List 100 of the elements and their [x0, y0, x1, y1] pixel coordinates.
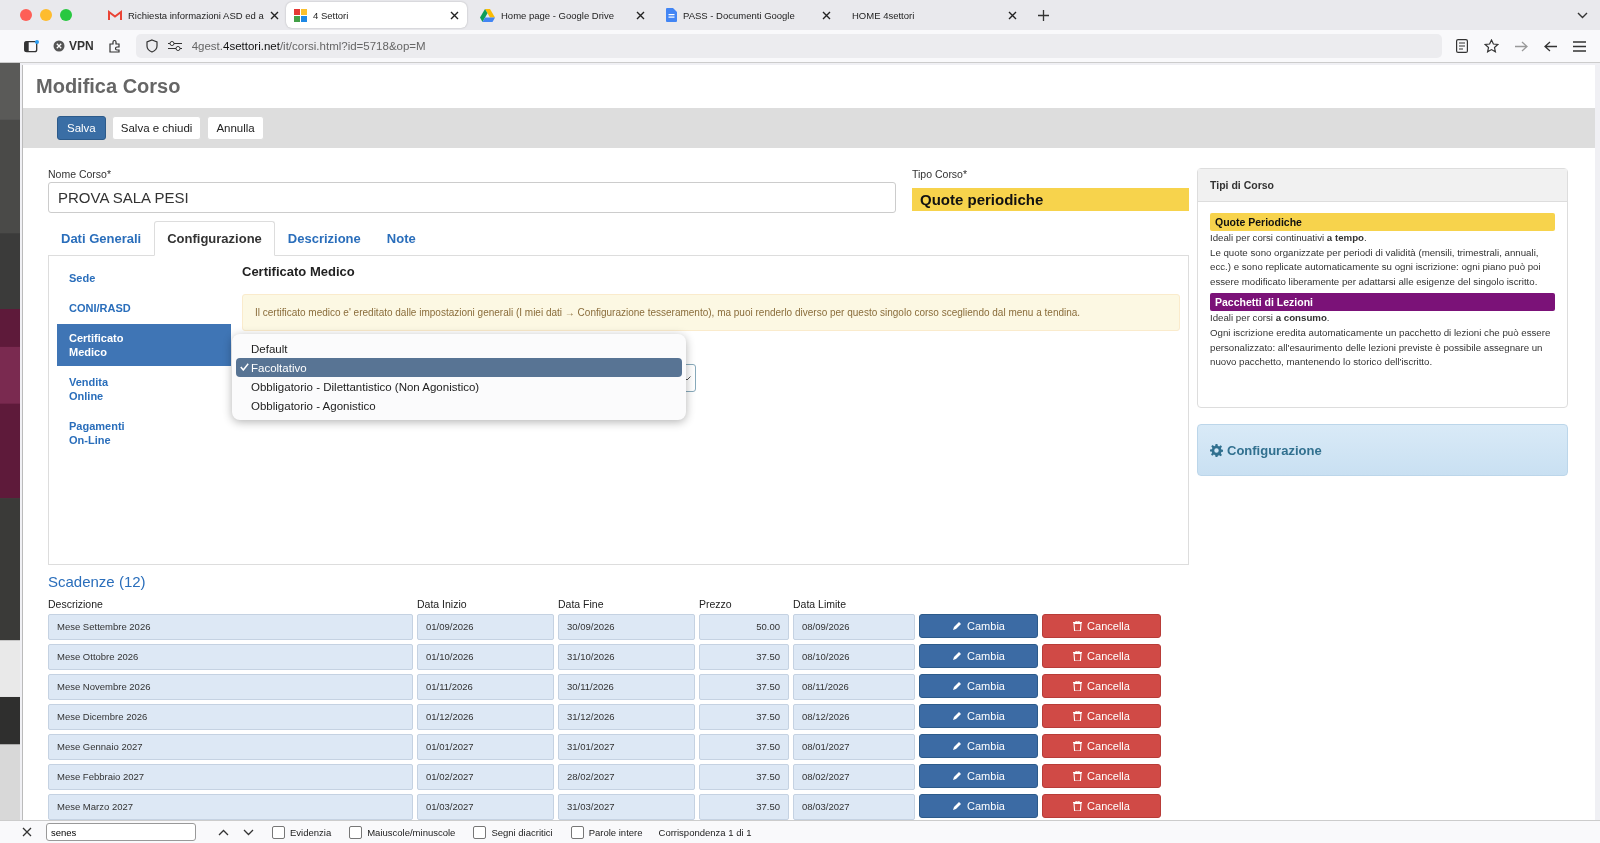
find-field[interactable]: senes — [46, 823, 196, 841]
tab[interactable]: Note — [373, 221, 429, 256]
puzzle-icon[interactable] — [107, 39, 122, 53]
chevron-down-icon[interactable] — [1577, 11, 1588, 19]
browser-tab[interactable]: HOME 4settori — [844, 2, 1025, 28]
forward-arrow-icon[interactable] — [1515, 40, 1528, 52]
table-cell: 01/03/2027 — [417, 794, 554, 820]
sidebar-icon[interactable] — [24, 39, 39, 53]
pencil-icon — [952, 711, 963, 721]
table-cell: 37.50 — [699, 734, 789, 760]
checkbox[interactable] — [349, 825, 363, 839]
side-nav-item[interactable]: Vendita Online — [57, 368, 136, 410]
side-nav-item[interactable]: Pagamenti On-Line — [57, 412, 136, 454]
edit-button[interactable]: Cambia — [919, 794, 1038, 818]
checkmark-icon — [240, 363, 249, 371]
browser-tab[interactable]: Richiesta informazioni ASD ed a — [100, 2, 281, 28]
edit-button[interactable]: Cambia — [919, 734, 1038, 758]
edit-button[interactable]: Cambia — [919, 614, 1038, 638]
table-cell: 01/10/2026 — [417, 644, 554, 670]
shield-icon — [145, 39, 158, 53]
toolbar-button[interactable]: Salva — [57, 116, 106, 140]
table-cell: 01/12/2026 — [417, 704, 554, 730]
edit-button[interactable]: Cambia — [919, 704, 1038, 728]
close-icon[interactable] — [822, 10, 831, 20]
pencil-icon — [952, 651, 963, 661]
table-cell: 08/01/2027 — [793, 734, 915, 760]
trash-icon — [1073, 651, 1083, 661]
chevron-up-icon[interactable] — [218, 828, 229, 836]
column-header: Data Limite — [793, 598, 848, 610]
reader-icon[interactable] — [1456, 39, 1468, 53]
checkbox-label: Maiuscole/minuscole — [367, 826, 456, 838]
page-title: Modifica Corso — [35, 74, 182, 99]
delete-button[interactable]: Cancella — [1042, 614, 1161, 638]
config-panel[interactable]: Configurazione — [1197, 424, 1568, 476]
table-cell: 31/03/2027 — [558, 794, 695, 820]
delete-button[interactable]: Cancella — [1042, 674, 1161, 698]
close-icon[interactable] — [1008, 10, 1017, 20]
section-title: Certificato Medico — [242, 264, 356, 279]
delete-button[interactable]: Cancella — [1042, 704, 1161, 728]
edit-button[interactable]: Cambia — [919, 644, 1038, 668]
tab-title: HOME 4settori — [852, 9, 916, 21]
edit-button[interactable]: Cambia — [919, 764, 1038, 788]
browser-tab[interactable]: PASS - Documenti Google — [658, 2, 839, 28]
pencil-icon — [952, 741, 963, 751]
delete-button[interactable]: Cancella — [1042, 764, 1161, 788]
checkbox[interactable] — [570, 825, 584, 839]
chevron-down-icon[interactable] — [243, 828, 254, 836]
description-text: Le quote sono organizzate per periodi di validità (mensili, trimestrali, annuali, ecc.) e sono replicate automaticamente su ogni iscrizione: ogni piano può poi essere modificato liberamente per adattarsi alle esigenze del singolo iscritto. — [1210, 245, 1542, 289]
checkbox[interactable] — [272, 825, 285, 839]
table-cell: 08/02/2027 — [793, 764, 915, 790]
side-nav-item[interactable]: Certificato Medico — [57, 324, 231, 366]
pencil-icon — [952, 771, 963, 781]
close-icon[interactable] — [22, 827, 32, 837]
close-icon[interactable] — [450, 10, 459, 20]
pencil-icon — [952, 621, 963, 631]
toolbar-button[interactable]: Annulla — [207, 116, 264, 140]
table-cell: Mese Marzo 2027 — [48, 794, 413, 820]
checkbox-label: Parole intere — [588, 826, 643, 838]
tab[interactable]: Descrizione — [274, 221, 374, 256]
table-cell: 08/12/2026 — [793, 704, 915, 730]
checkbox[interactable] — [473, 825, 487, 839]
close-icon[interactable] — [636, 10, 645, 20]
dropdown-option[interactable]: Obbligatorio - Dilettantistico (Non Agonistico) — [236, 377, 682, 396]
course-name-field[interactable]: PROVA SALA PESI — [48, 182, 896, 213]
dropdown-option[interactable]: Obbligatorio - Agonistico — [236, 396, 682, 415]
side-nav-item[interactable]: CONI/RASD — [57, 294, 231, 322]
table-cell: 01/11/2026 — [417, 674, 554, 700]
table-cell: 08/11/2026 — [793, 674, 915, 700]
address-bar[interactable]: 4gest.4settori.net/it/corsi.html?id=5718&op=M — [135, 34, 1442, 58]
new-tab-icon[interactable] — [1038, 9, 1049, 21]
course-type-label: Pacchetti di Lezioni — [1210, 293, 1555, 312]
back-arrow-icon[interactable] — [1544, 40, 1557, 52]
info-notice: Il certificato medico e' ereditato dalle impostazioni generali (I miei dati → Configurazione tesseramento), ma puoi renderlo diverso per questo singolo corso scegliendo dal menu a tendina. — [242, 294, 1180, 331]
star-icon[interactable] — [1484, 39, 1499, 53]
course-type-badge: Quote periodiche — [912, 188, 1189, 211]
table-cell: 28/02/2027 — [558, 764, 695, 790]
checkbox-label: Evidenzia — [290, 826, 332, 838]
vpn-status-icon — [53, 40, 65, 52]
dropdown-option[interactable]: Default — [236, 339, 682, 358]
browser-tab[interactable]: 4 Settori — [286, 2, 467, 28]
section-title: Scadenze (12) — [48, 573, 147, 590]
dropdown-option[interactable]: Facoltativo — [236, 358, 682, 377]
delete-button[interactable]: Cancella — [1042, 644, 1161, 668]
edit-button[interactable]: Cambia — [919, 674, 1038, 698]
menu-icon[interactable] — [1573, 40, 1586, 52]
toolbar-button[interactable]: Salva e chiudi — [111, 116, 202, 140]
tab[interactable]: Dati Generali — [48, 221, 155, 256]
field-label: Nome Corso* — [48, 168, 113, 180]
sliders-icon — [167, 41, 182, 51]
tab-title: Home page - Google Drive — [501, 9, 615, 21]
table-cell: 30/11/2026 — [558, 674, 695, 700]
delete-button[interactable]: Cancella — [1042, 794, 1161, 818]
side-nav-item[interactable]: Sede — [57, 264, 231, 292]
browser-tab[interactable]: Home page - Google Drive — [472, 2, 653, 28]
tab[interactable]: Configurazione — [154, 221, 275, 256]
close-icon[interactable] — [269, 10, 279, 20]
vpn-button[interactable]: VPN — [53, 39, 94, 53]
match-count: Corrispondenza 1 di 1 — [658, 826, 752, 838]
delete-button[interactable]: Cancella — [1042, 734, 1161, 758]
table-cell: 37.50 — [699, 644, 789, 670]
